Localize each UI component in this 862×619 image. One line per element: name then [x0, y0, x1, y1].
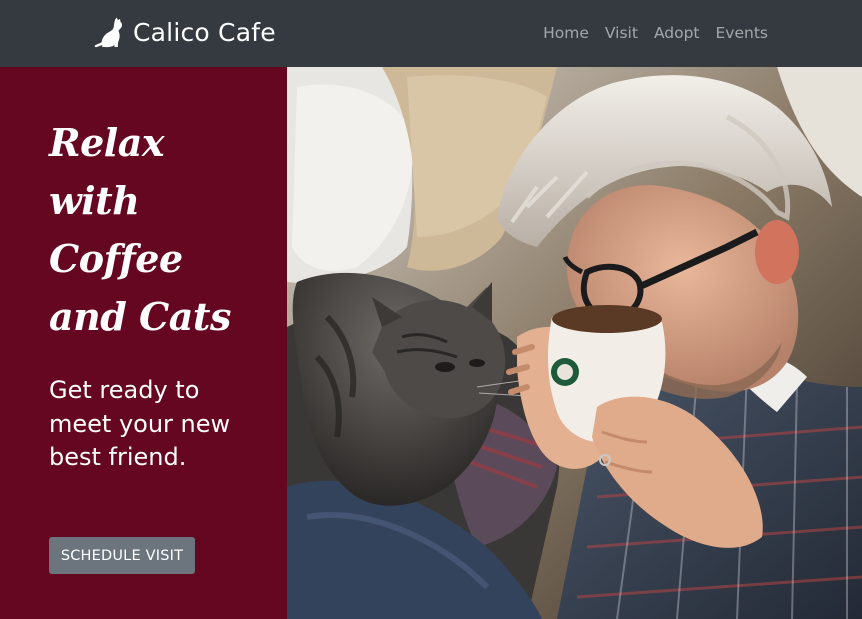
schedule-visit-button[interactable]: SCHEDULE VISIT	[49, 537, 195, 574]
nav-link-adopt[interactable]: Adopt	[654, 22, 700, 44]
nav-links: Home Visit Adopt Events	[543, 22, 768, 44]
nav-link-visit[interactable]: Visit	[605, 22, 638, 44]
nav-link-home[interactable]: Home	[543, 22, 589, 44]
brand-link[interactable]: Calico Cafe	[93, 16, 276, 50]
hero-headline: Relax with Coffee and Cats	[49, 114, 279, 346]
headline-line: Coffee	[49, 236, 183, 281]
cat-silhouette-icon	[94, 17, 123, 48]
navbar: Calico Cafe Home Visit Adopt Events	[0, 0, 862, 67]
brand-name: Calico Cafe	[133, 18, 276, 47]
hero-photo	[287, 67, 862, 619]
man-drinking-coffee-with-cat-photo	[287, 67, 862, 619]
hero-tagline: Get ready to meet your new best friend.	[49, 376, 231, 471]
nav-link-events[interactable]: Events	[716, 22, 768, 44]
headline-line: Relax	[49, 120, 164, 165]
headline-line: with	[49, 178, 140, 223]
headline-line: and Cats	[49, 294, 231, 339]
